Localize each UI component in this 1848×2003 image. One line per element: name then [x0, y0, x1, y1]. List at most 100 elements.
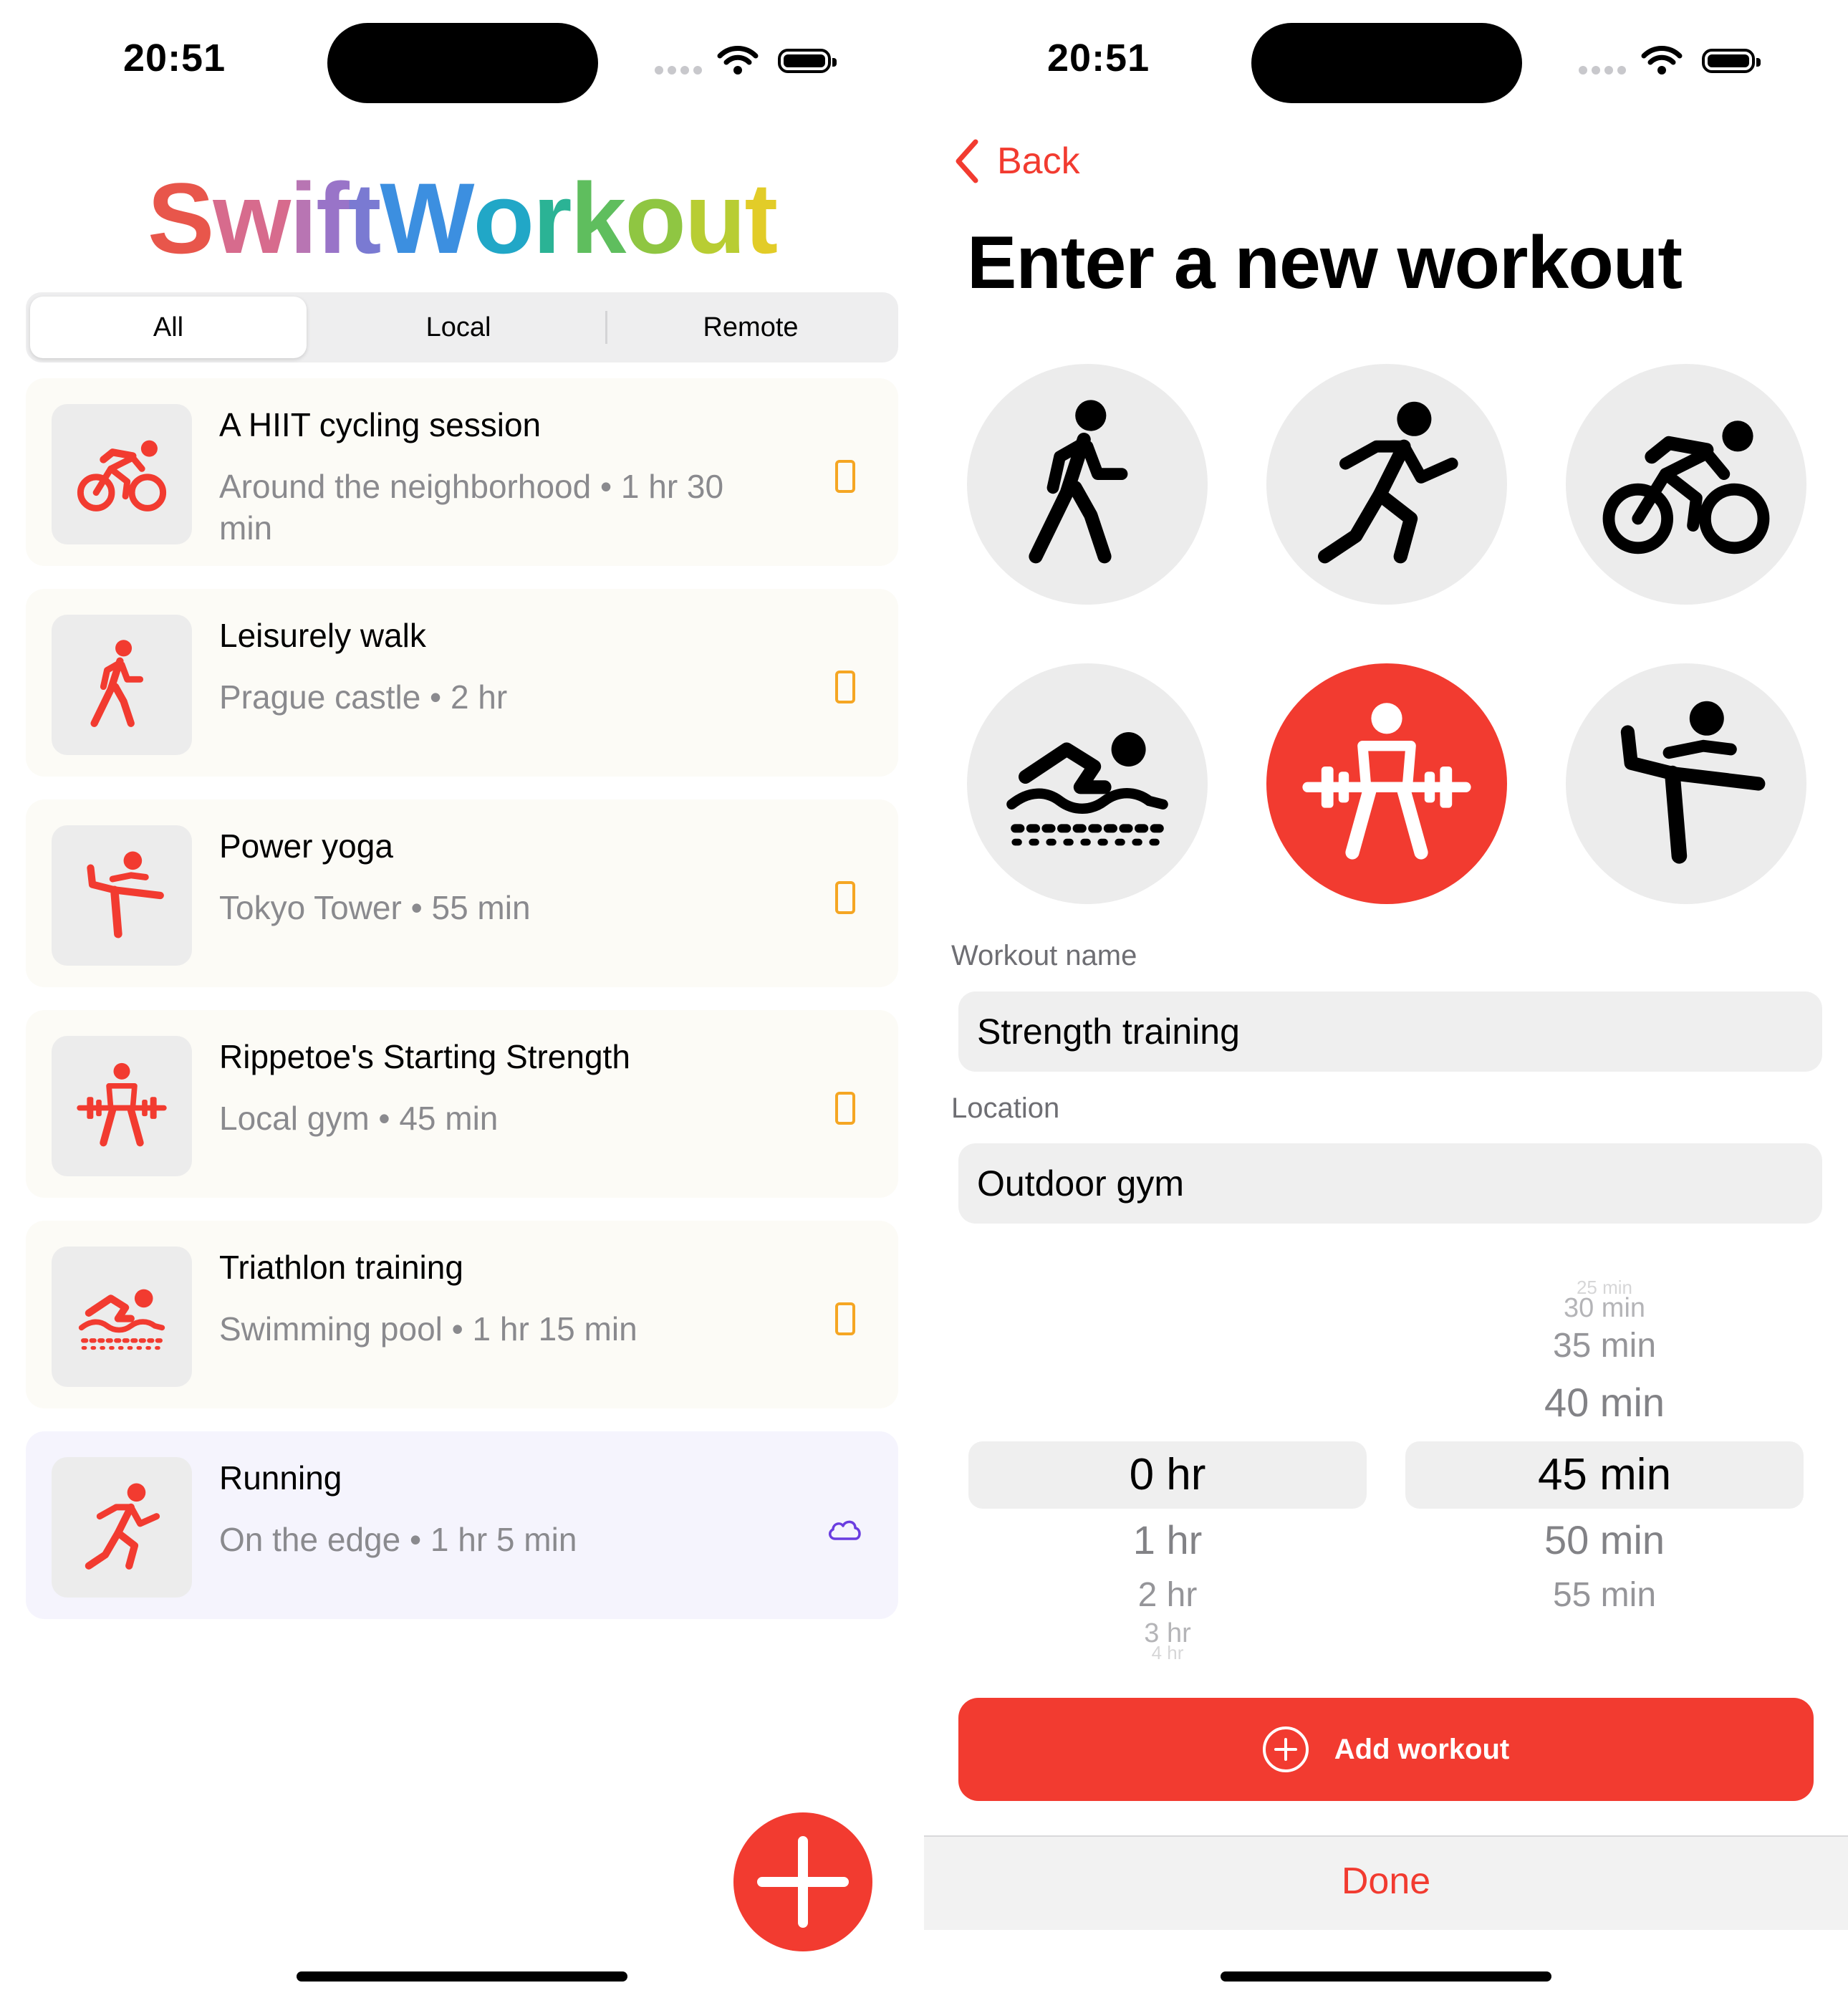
picker-option[interactable]: 40 min [1405, 1379, 1804, 1426]
picker-option[interactable]: 55 min [1405, 1575, 1804, 1615]
app-title-letter: r [533, 162, 572, 274]
workout-subtitle: Prague castle • 2 hr [219, 678, 508, 716]
app-title-letter: f [316, 162, 350, 274]
cloud-icon [829, 1520, 861, 1540]
workout-icon-tile [52, 404, 192, 544]
workout-row[interactable]: A HIIT cycling session Around the neighbo… [26, 378, 898, 566]
workout-icon-tile [52, 615, 192, 755]
picker-option[interactable]: 30 min [1405, 1293, 1804, 1324]
app-title-letter: i [289, 162, 317, 274]
workout-row[interactable]: Power yoga Tokyo Tower • 55 min [26, 799, 898, 987]
plus-circle-icon [1262, 1726, 1309, 1772]
home-indicator [1221, 1971, 1551, 1982]
battery-icon [1702, 49, 1761, 73]
home-indicator [297, 1971, 627, 1982]
yoga-icon [1600, 698, 1772, 870]
source-filter-segmented-control: All Local Remote [26, 292, 898, 362]
cycling-icon [76, 428, 168, 520]
add-workout-label: Add workout [1334, 1733, 1510, 1765]
workout-title: Triathlon training [219, 1249, 463, 1286]
workout-name-label: Workout name [951, 940, 1137, 971]
app-title-letter: u [684, 162, 746, 274]
app-title-letter: t [744, 162, 778, 274]
location-input[interactable] [958, 1143, 1822, 1224]
strength-icon [76, 1060, 168, 1152]
iphone-icon [835, 881, 855, 914]
app-title-letter: k [570, 162, 627, 274]
workout-subtitle: Around the neighborhood • 1 hr 30 min [219, 468, 724, 547]
app-title-letter: o [625, 162, 686, 274]
yoga-icon [76, 850, 168, 941]
dynamic-island [1251, 23, 1522, 103]
workout-row[interactable]: Rippetoe's Starting Strength Local gym • … [26, 1010, 898, 1198]
swimming-icon [1001, 698, 1173, 870]
workout-title: Power yoga [219, 827, 393, 865]
back-label: Back [997, 140, 1080, 182]
segment-local[interactable]: Local [311, 297, 606, 358]
workout-row[interactable]: Running On the edge • 1 hr 5 min [26, 1431, 898, 1619]
workout-row[interactable]: Triathlon training Swimming pool • 1 hr 1… [26, 1221, 898, 1408]
iphone-icon [835, 671, 855, 703]
workout-title: Leisurely walk [219, 617, 426, 654]
new-workout-screen: 20:51 Back Enter a new workout Workout n… [924, 0, 1848, 2003]
picker-selected-value[interactable]: 45 min [1405, 1449, 1804, 1500]
iphone-icon [835, 1092, 855, 1125]
workout-subtitle: Local gym • 45 min [219, 1100, 499, 1137]
activity-button-walking[interactable] [967, 364, 1208, 605]
activity-button-yoga[interactable] [1566, 663, 1806, 904]
location-label: Location [951, 1092, 1060, 1124]
running-icon [76, 1481, 168, 1573]
picker-option[interactable]: 2 hr [968, 1575, 1367, 1615]
wifi-icon [717, 46, 759, 75]
workout-name-input[interactable] [958, 991, 1822, 1072]
workout-icon-tile [52, 1457, 192, 1598]
page-title: Enter a new workout [967, 221, 1683, 304]
activity-button-strength[interactable] [1266, 663, 1507, 904]
picker-option[interactable]: 4 hr [968, 1642, 1367, 1664]
battery-icon [778, 49, 837, 73]
swimming-icon [76, 1271, 168, 1363]
workout-row[interactable]: Leisurely walk Prague castle • 2 hr [26, 589, 898, 777]
add-workout-button[interactable]: Add workout [958, 1698, 1814, 1801]
cycling-icon [1600, 398, 1772, 570]
walking-icon [1001, 398, 1173, 570]
plus-icon [757, 1836, 849, 1928]
chevron-left-icon [956, 139, 978, 183]
workout-icon-tile [52, 825, 192, 966]
activity-button-cycling[interactable] [1566, 364, 1806, 605]
iphone-icon [835, 1302, 855, 1335]
app-title-letter: W [380, 162, 474, 274]
back-button[interactable]: Back [951, 138, 1080, 185]
picker-option[interactable]: 35 min [1405, 1326, 1804, 1365]
picker-option[interactable]: 1 hr [968, 1517, 1367, 1563]
done-button[interactable]: Done [924, 1860, 1848, 1903]
workout-title: Running [219, 1459, 342, 1497]
workout-icon-tile [52, 1247, 192, 1387]
app-title-letter: S [147, 162, 214, 274]
strength-icon [1301, 698, 1473, 870]
iphone-icon [835, 460, 855, 493]
segment-remote[interactable]: Remote [607, 297, 894, 358]
activity-button-running[interactable] [1266, 364, 1507, 605]
app-title-letter: w [213, 162, 291, 274]
running-icon [1301, 398, 1473, 570]
app-title: SwiftWorkout [0, 161, 924, 276]
status-time: 20:51 [123, 37, 226, 80]
segment-all[interactable]: All [30, 297, 307, 358]
add-workout-fab[interactable] [733, 1812, 872, 1951]
activity-button-swimming[interactable] [967, 663, 1208, 904]
app-title-letter: t [347, 162, 382, 274]
wifi-icon [1641, 46, 1683, 75]
workout-title: A HIIT cycling session [219, 406, 542, 443]
workout-subtitle: Tokyo Tower • 55 min [219, 889, 531, 926]
picker-selected-value[interactable]: 0 hr [968, 1449, 1367, 1500]
workout-icon-tile [52, 1036, 192, 1176]
picker-option[interactable]: 50 min [1405, 1517, 1804, 1563]
app-title-letter: o [473, 162, 535, 274]
workout-subtitle: Swimming pool • 1 hr 15 min [219, 1310, 637, 1348]
workout-subtitle: On the edge • 1 hr 5 min [219, 1521, 577, 1558]
status-time: 20:51 [1047, 37, 1150, 80]
keyboard-toolbar: Done [924, 1835, 1848, 1930]
walking-icon [76, 639, 168, 731]
workout-title: Rippetoe's Starting Strength [219, 1038, 630, 1075]
